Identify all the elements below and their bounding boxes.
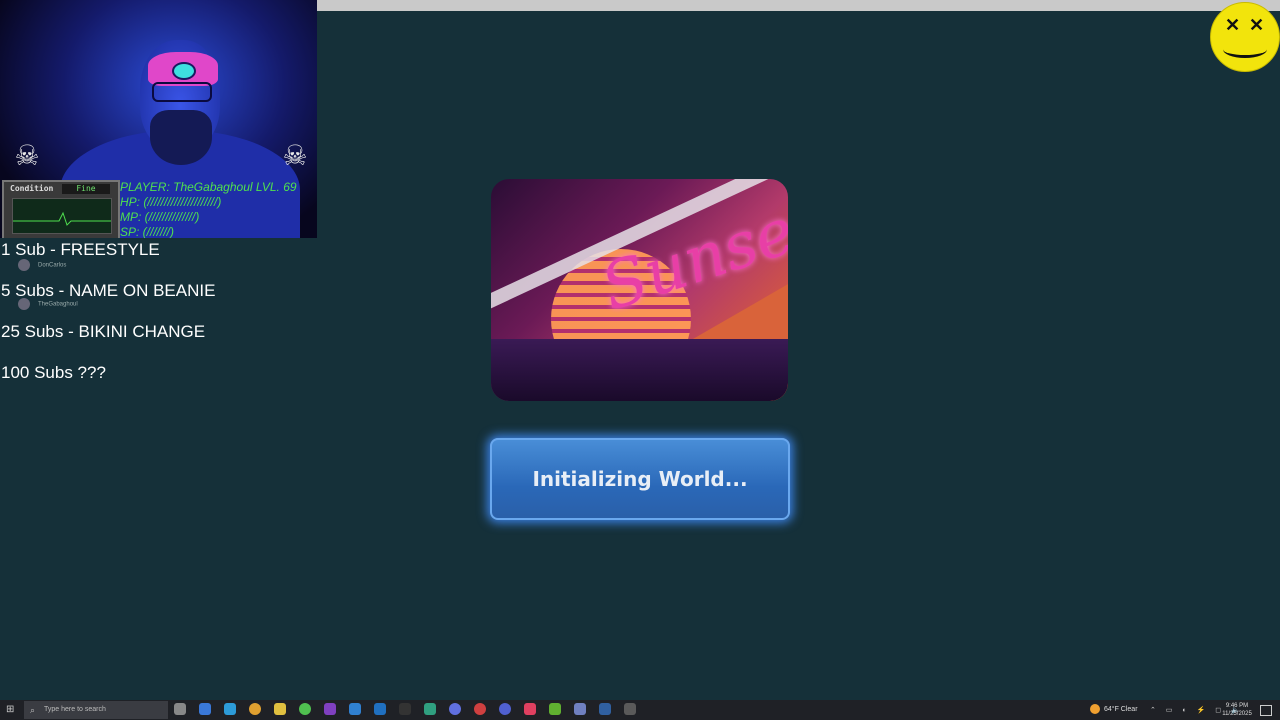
search-icon: ⌕ bbox=[30, 705, 36, 715]
browser-top-bar bbox=[317, 0, 1280, 11]
taskbar-search[interactable]: ⌕ Type here to search bbox=[24, 701, 168, 719]
weather-text[interactable]: 64°F Clear bbox=[1104, 706, 1138, 713]
player-line: PLAYER: TheGabaghoul LVL. 69 bbox=[120, 180, 297, 194]
smiley-face-logo: ✕ ✕ bbox=[1210, 2, 1280, 72]
condition-label: Condition bbox=[10, 184, 54, 193]
notification-icon[interactable] bbox=[1260, 705, 1272, 716]
webcam-overlay: ☠ ☠ Condition Fine PLAYER: TheGabaghoul … bbox=[0, 0, 317, 238]
search-placeholder: Type here to search bbox=[44, 706, 106, 713]
app-icon[interactable] bbox=[299, 703, 311, 715]
task-view-icon[interactable] bbox=[174, 703, 186, 715]
mp-line: MP: (//////////////) bbox=[120, 210, 200, 224]
hp-line: HP: (/////////////////////) bbox=[120, 195, 222, 209]
initializing-world-button[interactable]: Initializing World... bbox=[490, 438, 790, 520]
nvidia-icon[interactable] bbox=[549, 703, 561, 715]
world-thumbnail: Sunset bbox=[491, 179, 788, 401]
skeleton-right-icon: ☠ bbox=[282, 140, 308, 171]
floor bbox=[491, 339, 788, 401]
app-icon[interactable] bbox=[599, 703, 611, 715]
app-icon[interactable] bbox=[574, 703, 586, 715]
app-icon[interactable] bbox=[374, 703, 386, 715]
goal-item: 100 Subs ??? bbox=[1, 363, 106, 382]
app-icon[interactable] bbox=[399, 703, 411, 715]
x-eye-icon: ✕ bbox=[1249, 15, 1265, 35]
grin-mouth bbox=[1223, 41, 1267, 58]
chat-message: DonCarlos bbox=[18, 259, 66, 271]
ecg-screen bbox=[12, 198, 112, 234]
goal-item: 25 Subs - BIKINI CHANGE bbox=[1, 322, 206, 341]
app-icon[interactable] bbox=[449, 703, 461, 715]
edge-icon[interactable] bbox=[224, 703, 236, 715]
app-icon[interactable] bbox=[199, 703, 211, 715]
taskbar-clock[interactable]: 9:46 PM 11/25/2025 bbox=[1218, 702, 1256, 718]
beanie-eye-icon bbox=[172, 62, 196, 80]
clock-date: 11/25/2025 bbox=[1222, 711, 1252, 717]
x-eye-icon: ✕ bbox=[1225, 15, 1241, 35]
condition-value: Fine bbox=[62, 184, 110, 194]
avatar bbox=[18, 259, 30, 271]
windows-start-icon[interactable]: ⊞ bbox=[6, 705, 16, 715]
chat-username: TheGabaghoul bbox=[38, 301, 78, 308]
app-icon[interactable] bbox=[424, 703, 436, 715]
beard bbox=[150, 110, 212, 165]
app-icon[interactable] bbox=[474, 703, 486, 715]
sp-line: SP: (///////) bbox=[120, 225, 175, 238]
windows-taskbar: ⊞ ⌕ Type here to search 64°F Clear ⌃ ▭ ◐… bbox=[0, 700, 1280, 720]
goal-item: 1 Sub - FREESTYLE bbox=[1, 240, 160, 259]
chat-username: DonCarlos bbox=[38, 262, 67, 269]
app-icon[interactable] bbox=[524, 703, 536, 715]
avatar bbox=[18, 298, 30, 310]
app-icon[interactable] bbox=[624, 703, 636, 715]
app-icon[interactable] bbox=[324, 703, 336, 715]
clock-time: 9:46 PM bbox=[1225, 703, 1249, 709]
glasses bbox=[152, 82, 212, 102]
condition-panel: Condition Fine bbox=[2, 180, 120, 238]
app-icon[interactable] bbox=[349, 703, 361, 715]
skeleton-left-icon: ☠ bbox=[14, 140, 40, 171]
folder-icon[interactable] bbox=[274, 703, 286, 715]
ecg-line-icon bbox=[13, 211, 111, 226]
chat-message: TheGabaghoul bbox=[18, 298, 78, 310]
weather-icon bbox=[1090, 704, 1100, 714]
app-icon[interactable] bbox=[499, 703, 511, 715]
player-stats: PLAYER: TheGabaghoul LVL. 69 HP: (//////… bbox=[120, 180, 317, 238]
chrome-icon[interactable] bbox=[249, 703, 261, 715]
